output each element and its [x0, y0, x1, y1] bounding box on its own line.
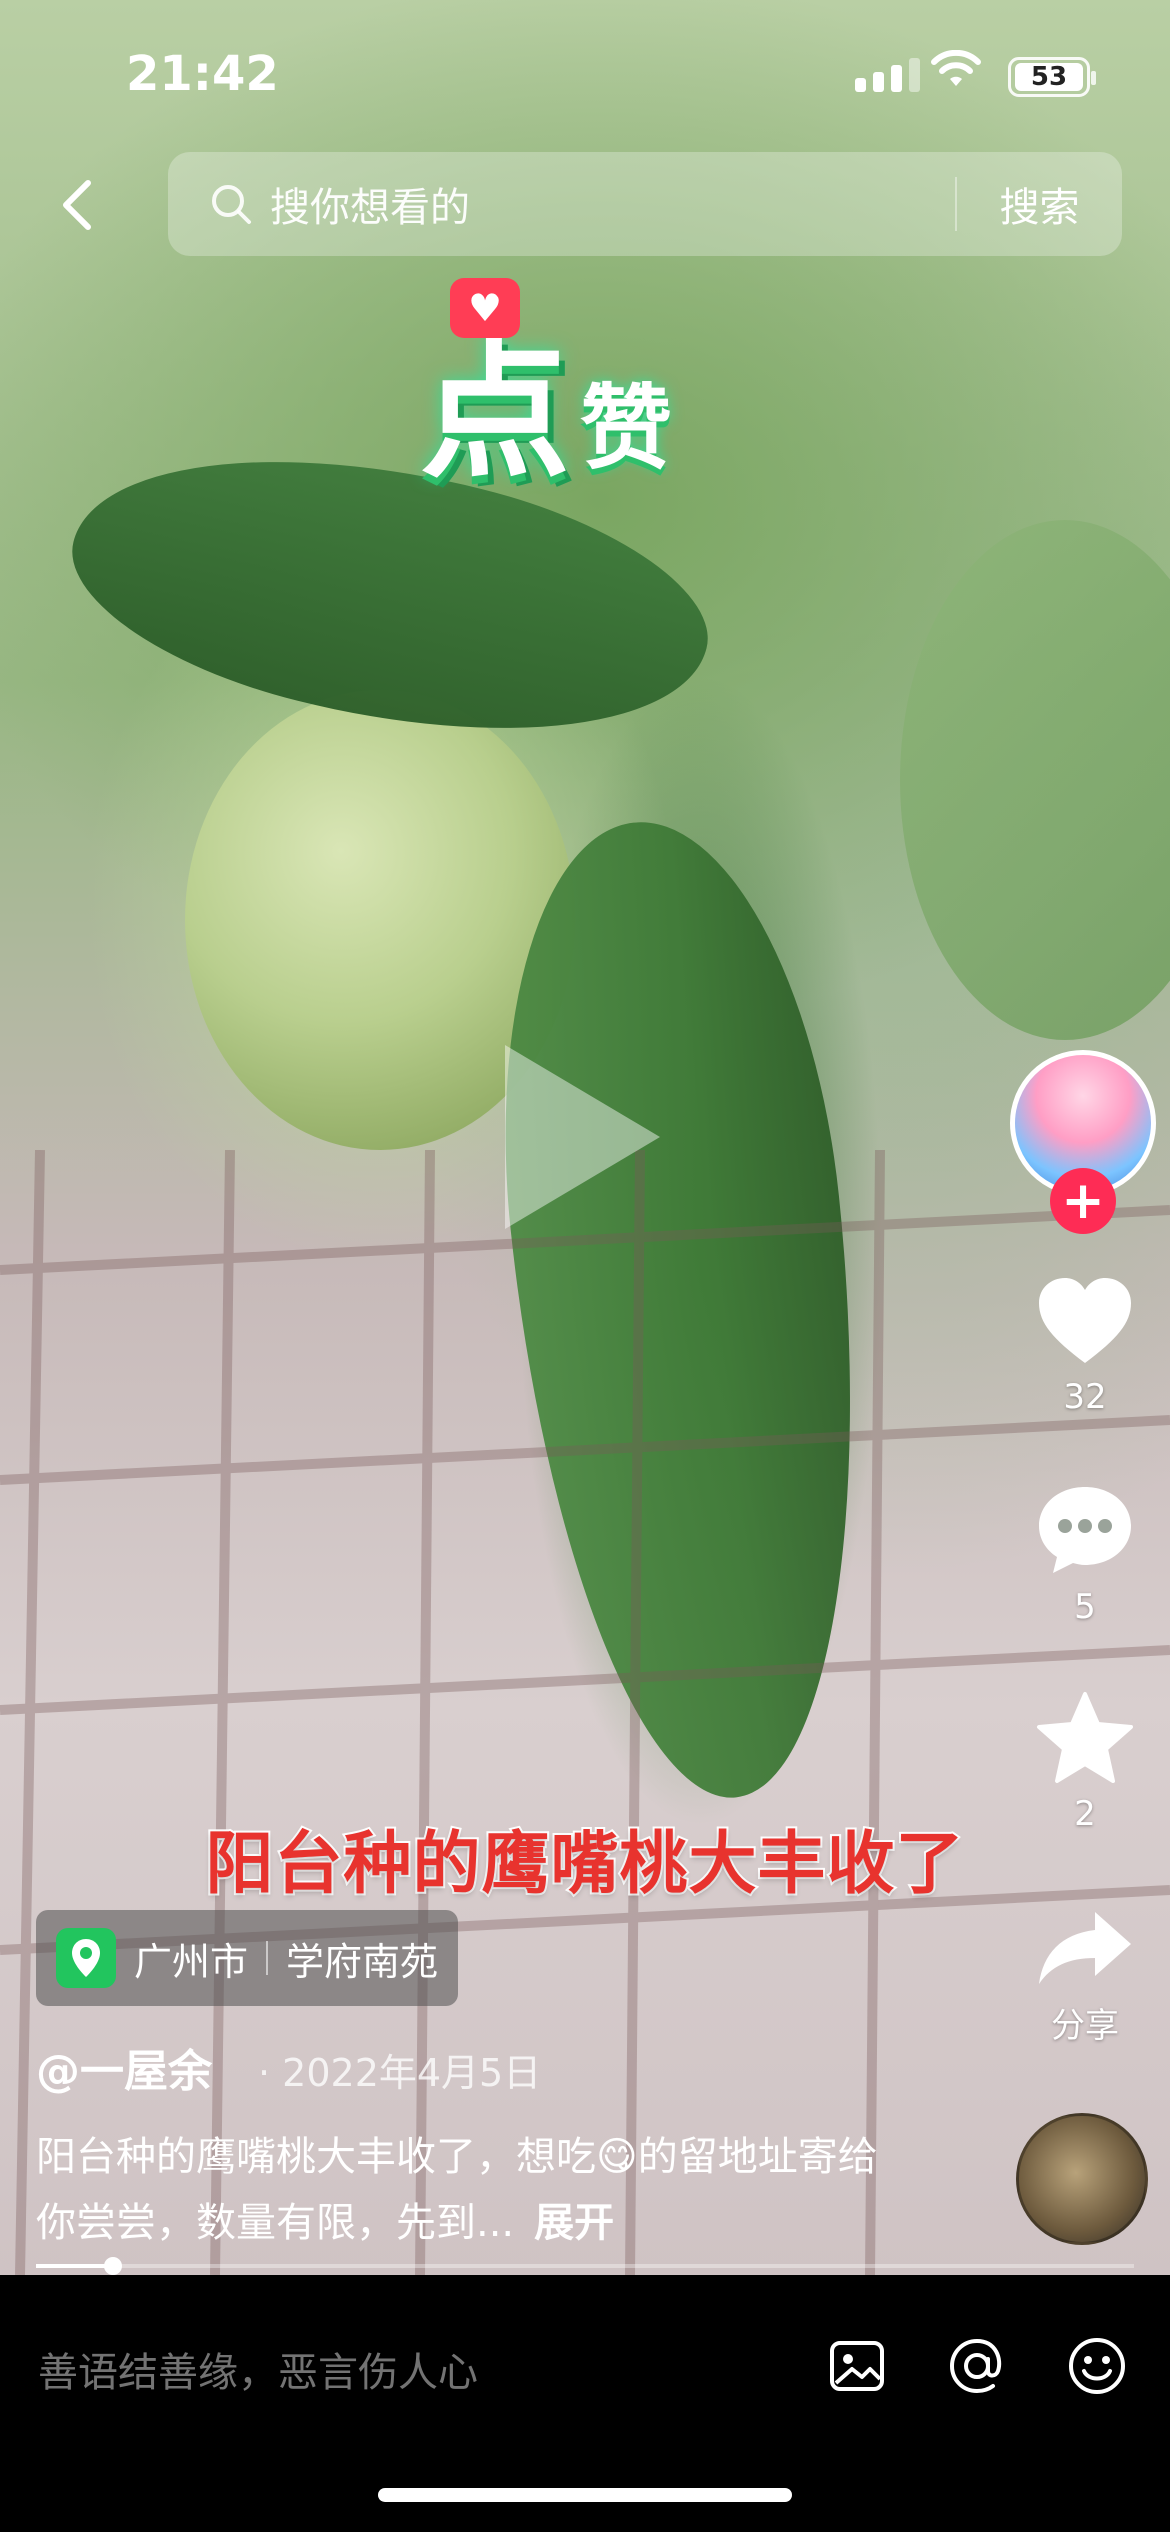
- like-sticker: ♥ 点 赞: [420, 278, 673, 507]
- image-icon[interactable]: [826, 2335, 888, 2397]
- video-frame-fence: [0, 1150, 1170, 2275]
- search-input[interactable]: 搜你想看的: [270, 175, 955, 233]
- comment-bubble-icon: [1039, 1487, 1131, 1573]
- post-description: 阳台种的鹰嘴桃大丰收了，想吃😋的留地址寄给你尝尝，数量有限，先到... 展开: [36, 2124, 896, 2256]
- post-date: · 2022年4月5日: [258, 2051, 542, 2095]
- search-icon: [212, 185, 251, 224]
- comment-input[interactable]: 善语结善缘，恶言伤人心: [38, 2340, 478, 2398]
- expand-link[interactable]: 展开: [534, 2200, 614, 2246]
- comment-count: 5: [1074, 1587, 1096, 1627]
- search-bar[interactable]: 搜你想看的 搜索: [168, 152, 1122, 256]
- location-chip[interactable]: 广州市 学府南苑: [36, 1910, 459, 2006]
- back-icon[interactable]: [50, 175, 110, 235]
- wifi-icon: [931, 50, 981, 86]
- status-bar: 21:42 53: [0, 0, 1170, 150]
- battery-level: 53: [1030, 62, 1068, 92]
- author-name[interactable]: @一屋余: [36, 2035, 212, 2099]
- play-icon[interactable]: [505, 1045, 660, 1229]
- location-divider: [266, 1941, 269, 1975]
- heart-icon: [1039, 1278, 1131, 1363]
- follow-button[interactable]: +: [1050, 1168, 1116, 1234]
- video-caption: 阳台种的鹰嘴桃大丰收了: [203, 1823, 965, 1906]
- favorite-button[interactable]: 2: [1010, 1690, 1160, 1834]
- favorite-count: 2: [1074, 1794, 1096, 1834]
- share-button[interactable]: 分享: [1010, 1908, 1160, 2047]
- music-disc[interactable]: [1016, 2113, 1148, 2245]
- star-icon: [1037, 1692, 1133, 1783]
- cellular-signal-icon: [855, 58, 920, 92]
- like-count: 32: [1063, 1377, 1107, 1417]
- like-button[interactable]: 32: [1010, 1275, 1160, 1417]
- location-city: 广州市: [134, 1939, 249, 1984]
- status-time: 21:42: [126, 46, 279, 102]
- location-place: 学府南苑: [286, 1939, 439, 1984]
- heart-icon: ♥: [450, 278, 520, 338]
- share-arrow-icon: [1039, 1912, 1131, 1984]
- share-label: 分享: [1051, 2006, 1119, 2046]
- description-text: 阳台种的鹰嘴桃大丰收了，想吃😋的留地址寄给你尝尝，数量有限，先到...: [36, 2134, 878, 2246]
- emoji-icon[interactable]: [1066, 2335, 1128, 2397]
- home-indicator: [378, 2488, 792, 2502]
- video-progress-bar[interactable]: [36, 2257, 1134, 2275]
- progress-knob[interactable]: [104, 2257, 122, 2275]
- progress-played: [36, 2264, 113, 2268]
- video-frame-leaf: [900, 520, 1170, 1040]
- mention-icon[interactable]: [946, 2335, 1008, 2397]
- location-pin-icon: [56, 1928, 116, 1988]
- sticker-text-small: 赞: [580, 375, 673, 482]
- battery-icon: 53: [1008, 57, 1096, 97]
- comment-button[interactable]: 5: [1010, 1483, 1160, 1627]
- search-button[interactable]: 搜索: [957, 175, 1122, 233]
